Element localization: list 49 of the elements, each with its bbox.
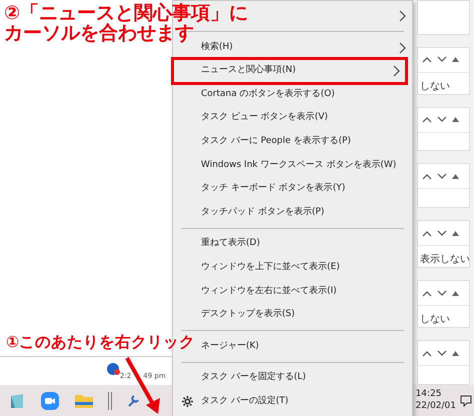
chevron-up-icon — [422, 230, 432, 237]
chevron-down-icon — [437, 56, 447, 64]
chevron-up-icon — [422, 350, 432, 357]
video-camera-icon — [40, 390, 60, 410]
chevron-up-icon — [422, 290, 432, 297]
menu-item[interactable]: タスク バーの設定(T) — [201, 390, 412, 414]
clock-date: 22/02/01 — [416, 400, 456, 412]
triangle-up-icon — [452, 230, 459, 236]
card-text: 表示しない — [420, 254, 469, 266]
chevron-up-icon — [422, 116, 432, 124]
menu-item[interactable]: タスク バーを固定する(L) — [201, 366, 412, 390]
menu-item[interactable]: ウィンドウを左右に並べて表示(I) — [201, 280, 412, 304]
triangle-up-icon — [452, 350, 459, 356]
settings-icon — [182, 396, 193, 407]
menu-item[interactable]: ニュースと関心事項(N) — [173, 59, 406, 83]
menu-item[interactable]: タスク バーに People を表示する(P) — [201, 130, 412, 154]
menu-item[interactable]: デスクトップを表示(S) — [201, 303, 412, 327]
triangle-up-icon — [452, 174, 459, 179]
menu-item[interactable]: 検索(H) — [201, 36, 412, 60]
chevron-down-icon — [437, 350, 447, 357]
chevron-down-icon — [437, 230, 447, 237]
chevron-down-icon — [437, 172, 447, 180]
menu-item[interactable]: Cortana のボタンを表示する(O) — [201, 82, 412, 106]
triangle-up-icon — [452, 117, 459, 122]
card-text: しない — [420, 80, 450, 92]
menu-item[interactable]: 重ねて表示(D) — [201, 232, 412, 256]
annotation-text: ②「ニュースと関心事項」に — [4, 4, 248, 24]
app-icon — [106, 362, 120, 376]
menu-item[interactable]: タッチ キーボード ボタンを表示(Y) — [201, 177, 412, 201]
chevron-down-icon — [437, 290, 447, 297]
chevron-up-icon — [422, 172, 432, 180]
chevron-up-icon — [422, 56, 432, 64]
notification-icon — [460, 394, 472, 406]
clock-time: 14:25 — [416, 388, 443, 400]
panel-background — [417, 0, 470, 35]
menu-item[interactable]: ネージャー(K) — [201, 334, 412, 358]
menu-item[interactable]: Windows Ink ワークスペース ボタンを表示(W) — [201, 154, 412, 178]
menu-item[interactable]: タッチパッド ボタンを表示(P) — [201, 200, 412, 224]
menu-item[interactable]: タスク ビュー ボタンを表示(V) — [201, 106, 412, 130]
wrench-icon — [126, 394, 140, 408]
annotation-text: ①このあたりを右クリック — [6, 334, 196, 350]
menu-item[interactable]: ウィンドウを上下に並べて表示(E) — [201, 256, 412, 280]
notepad-icon — [8, 392, 26, 410]
card-text: しない — [420, 314, 450, 326]
triangle-up-icon — [452, 57, 459, 62]
annotation-text: カーソルを合わせます — [4, 24, 194, 44]
triangle-up-icon — [452, 290, 459, 296]
divider-icon — [108, 390, 112, 410]
chevron-down-icon — [437, 116, 447, 124]
